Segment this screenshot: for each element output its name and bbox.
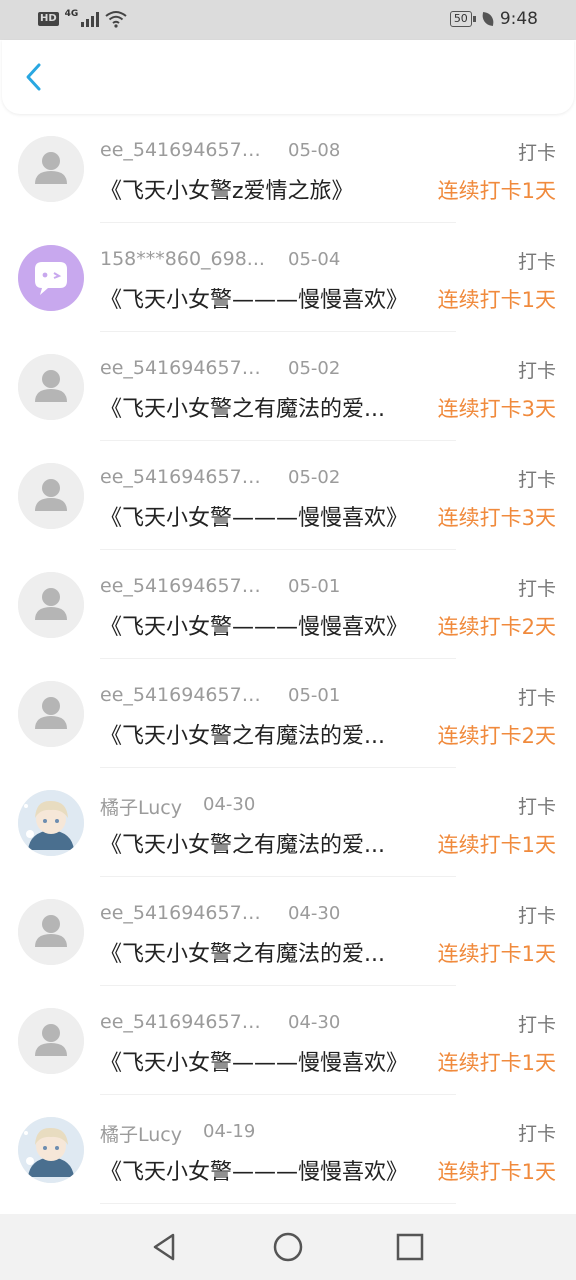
user-name: ee_5416946572... — [100, 902, 270, 924]
list-item[interactable]: 橘子Lucy 04-19 打卡 《飞天小女警———慢慢喜欢》 连续打卡1天 — [0, 1095, 576, 1204]
list-item[interactable]: ee_5416946572... 05-02 打卡《飞天小女警———慢慢喜欢》 连续打… — [0, 441, 576, 550]
streak-label: 连续打卡1天 — [437, 833, 556, 857]
avatar[interactable] — [18, 790, 84, 856]
streak-label: 连续打卡1天 — [437, 942, 556, 966]
post-date: 05-01 — [288, 685, 341, 706]
home-circle-icon[interactable] — [271, 1230, 305, 1264]
avatar[interactable] — [18, 1117, 84, 1183]
book-title[interactable]: 《飞天小女警z爱情之旅》 — [100, 173, 422, 205]
book-title[interactable]: 《飞天小女警之有魔法的爱... — [100, 718, 422, 750]
avatar[interactable] — [18, 245, 84, 311]
user-name: ee_5416946572... — [100, 139, 270, 161]
user-name: ee_5416946572... — [100, 1011, 270, 1033]
streak-label: 连续打卡1天 — [437, 179, 556, 203]
checkin-tag: 打卡 — [517, 142, 556, 164]
streak-label: 连续打卡1天 — [437, 1051, 556, 1075]
book-title[interactable]: 《飞天小女警———慢慢喜欢》 — [100, 1154, 422, 1186]
post-date: 05-02 — [288, 358, 341, 379]
avatar[interactable] — [18, 1008, 84, 1074]
checkin-tag: 打卡 — [517, 578, 556, 600]
recents-square-icon[interactable] — [393, 1230, 427, 1264]
hd-badge: HD — [38, 12, 59, 26]
checkin-list[interactable]: ee_5416946572... 05-08 打卡 《飞天小女警z爱情之旅》 连续打卡1… — [0, 114, 576, 1214]
book-title[interactable]: 《飞天小女警———慢慢喜欢》 — [100, 609, 422, 641]
streak-label: 连续打卡2天 — [437, 724, 556, 748]
checkin-tag: 打卡 — [517, 1123, 556, 1145]
post-date: 05-08 — [288, 140, 341, 161]
checkin-tag: 打卡 — [517, 905, 556, 927]
signal-icon — [81, 11, 100, 27]
header-bar — [2, 40, 574, 114]
network-type: 4G — [64, 9, 79, 19]
user-name: ee_5416946572... — [100, 466, 270, 488]
status-left-group: HD 4G — [38, 9, 127, 28]
divider — [100, 1203, 456, 1204]
streak-label: 连续打卡3天 — [437, 506, 556, 530]
avatar[interactable] — [18, 463, 84, 529]
list-item[interactable]: ee_5416946572... 04-30 打卡《飞天小女警之有魔法的爱... 连续… — [0, 877, 576, 986]
user-name: ee_5416946572... — [100, 357, 270, 379]
avatar[interactable] — [18, 681, 84, 747]
checkin-tag: 打卡 — [517, 1014, 556, 1036]
back-triangle-icon[interactable] — [148, 1230, 182, 1264]
avatar[interactable] — [18, 899, 84, 965]
streak-label: 连续打卡2天 — [437, 615, 556, 639]
clock: 9:48 — [499, 9, 538, 29]
checkin-tag: 打卡 — [517, 469, 556, 491]
book-title[interactable]: 《飞天小女警———慢慢喜欢》 — [100, 282, 422, 314]
status-bar: HD 4G 50 9:48 — [0, 0, 576, 40]
streak-label: 连续打卡3天 — [437, 397, 556, 421]
book-title[interactable]: 《飞天小女警之有魔法的爱... — [100, 391, 422, 423]
checkin-tag: 打卡 — [517, 360, 556, 382]
wifi-icon — [105, 11, 127, 28]
post-date: 05-01 — [288, 576, 341, 597]
leaf-icon — [480, 12, 495, 26]
user-name: 158***860_698... — [100, 248, 265, 270]
post-date: 04-19 — [203, 1121, 256, 1142]
list-item[interactable]: ee_5416946572... 05-02 打卡《飞天小女警之有魔法的爱... 连续… — [0, 332, 576, 441]
list-item[interactable]: ee_5416946572... 05-01 打卡《飞天小女警———慢慢喜欢》 连续打… — [0, 550, 576, 659]
post-date: 05-04 — [288, 249, 341, 270]
list-item[interactable]: ee_5416946572... 05-01 打卡《飞天小女警之有魔法的爱... 连续… — [0, 659, 576, 768]
checkin-tag: 打卡 — [517, 796, 556, 818]
checkin-tag: 打卡 — [517, 251, 556, 273]
battery-level: 50 — [453, 12, 468, 25]
post-date: 04-30 — [203, 794, 256, 815]
list-item[interactable]: 橘子Lucy 04-30 打卡 《飞天小女警之有魔法的爱... 连续打卡1天 — [0, 768, 576, 877]
user-name: ee_5416946572... — [100, 684, 270, 706]
system-nav-bar — [0, 1214, 576, 1280]
avatar[interactable] — [18, 572, 84, 638]
book-title[interactable]: 《飞天小女警———慢慢喜欢》 — [100, 1045, 422, 1077]
user-name: ee_5416946572... — [100, 575, 270, 597]
post-date: 04-30 — [288, 1012, 341, 1033]
streak-label: 连续打卡1天 — [437, 288, 556, 312]
book-title[interactable]: 《飞天小女警之有魔法的爱... — [100, 936, 422, 968]
checkin-tag: 打卡 — [517, 687, 556, 709]
list-item[interactable]: ee_5416946572... 05-08 打卡《飞天小女警z爱情之旅》 连续打卡1… — [0, 114, 576, 223]
avatar[interactable] — [18, 354, 84, 420]
chevron-left-icon[interactable] — [20, 62, 50, 92]
post-date: 05-02 — [288, 467, 341, 488]
avatar[interactable] — [18, 136, 84, 202]
battery-icon: 50 — [449, 11, 476, 27]
book-title[interactable]: 《飞天小女警———慢慢喜欢》 — [100, 500, 422, 532]
streak-label: 连续打卡1天 — [437, 1160, 556, 1184]
list-item[interactable]: ee_5416946572... 04-30 打卡《飞天小女警———慢慢喜欢》 连续打… — [0, 986, 576, 1095]
list-item[interactable]: 158***860_698... 05-04 打卡《飞天小女警———慢慢喜欢》 连续打… — [0, 223, 576, 332]
book-title[interactable]: 《飞天小女警之有魔法的爱... — [100, 827, 422, 859]
status-right-group: 50 9:48 — [449, 9, 538, 29]
post-date: 04-30 — [288, 903, 341, 924]
